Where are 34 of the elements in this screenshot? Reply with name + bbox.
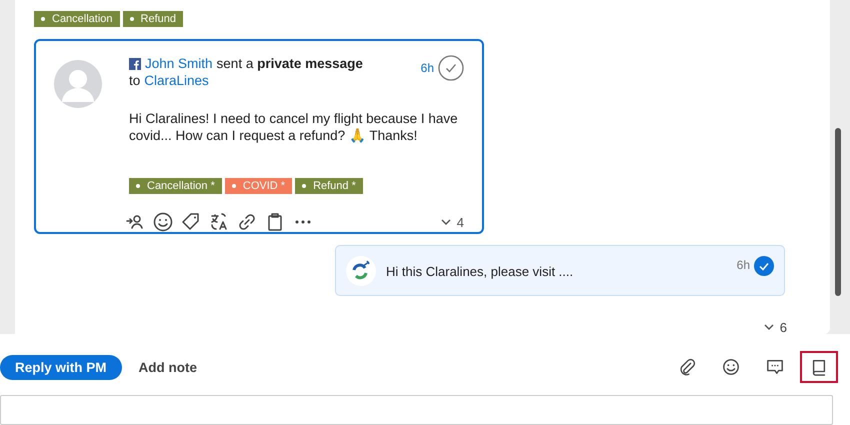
sender-link[interactable]: John Smith: [145, 55, 213, 72]
caret-icon[interactable]: [440, 218, 451, 226]
airline-logo-icon: [346, 256, 376, 286]
scrollbar-thumb[interactable]: [834, 128, 840, 296]
emoji-icon: [722, 358, 740, 376]
avatar-icon: [54, 60, 102, 108]
tag: Cancellation: [34, 11, 120, 27]
book-icon: [810, 358, 828, 376]
paperclip-icon: [678, 358, 696, 376]
tag-icon[interactable]: [181, 212, 201, 232]
facebook-icon: [129, 58, 141, 70]
message-body: Hi Claralines! I need to cancel my flight because I have covid... How can I request a refund? 🙏 Thanks!: [129, 110, 459, 145]
tag: Cancellation *: [129, 178, 222, 194]
reply-time: 6h: [736, 258, 750, 272]
action-text: sent a private message: [216, 55, 363, 72]
tag: COVID *: [224, 178, 292, 194]
reply-input-field[interactable]: [0, 395, 833, 425]
comment-icon: [766, 358, 784, 376]
tag: Refund *: [295, 178, 363, 194]
reply-mode-tab[interactable]: Add note: [124, 354, 212, 380]
resolve-check-icon[interactable]: [438, 55, 464, 81]
caret-icon[interactable]: [764, 324, 774, 331]
link-icon[interactable]: [237, 212, 257, 232]
to-label: to: [129, 72, 140, 89]
recipient-link[interactable]: ClaraLines: [144, 72, 209, 89]
reply-count: 4: [456, 214, 464, 230]
reply-mode-tab[interactable]: Reply with PM: [0, 354, 122, 380]
translate-icon[interactable]: [209, 212, 229, 232]
book-button[interactable]: [800, 351, 838, 383]
emoji-icon[interactable]: [153, 212, 173, 232]
message-time: 6h: [420, 61, 434, 75]
thread-count: 6: [780, 320, 787, 335]
reply-text: Hi this Claralines, please visit ....: [386, 264, 574, 279]
tag: Refund: [122, 11, 184, 27]
